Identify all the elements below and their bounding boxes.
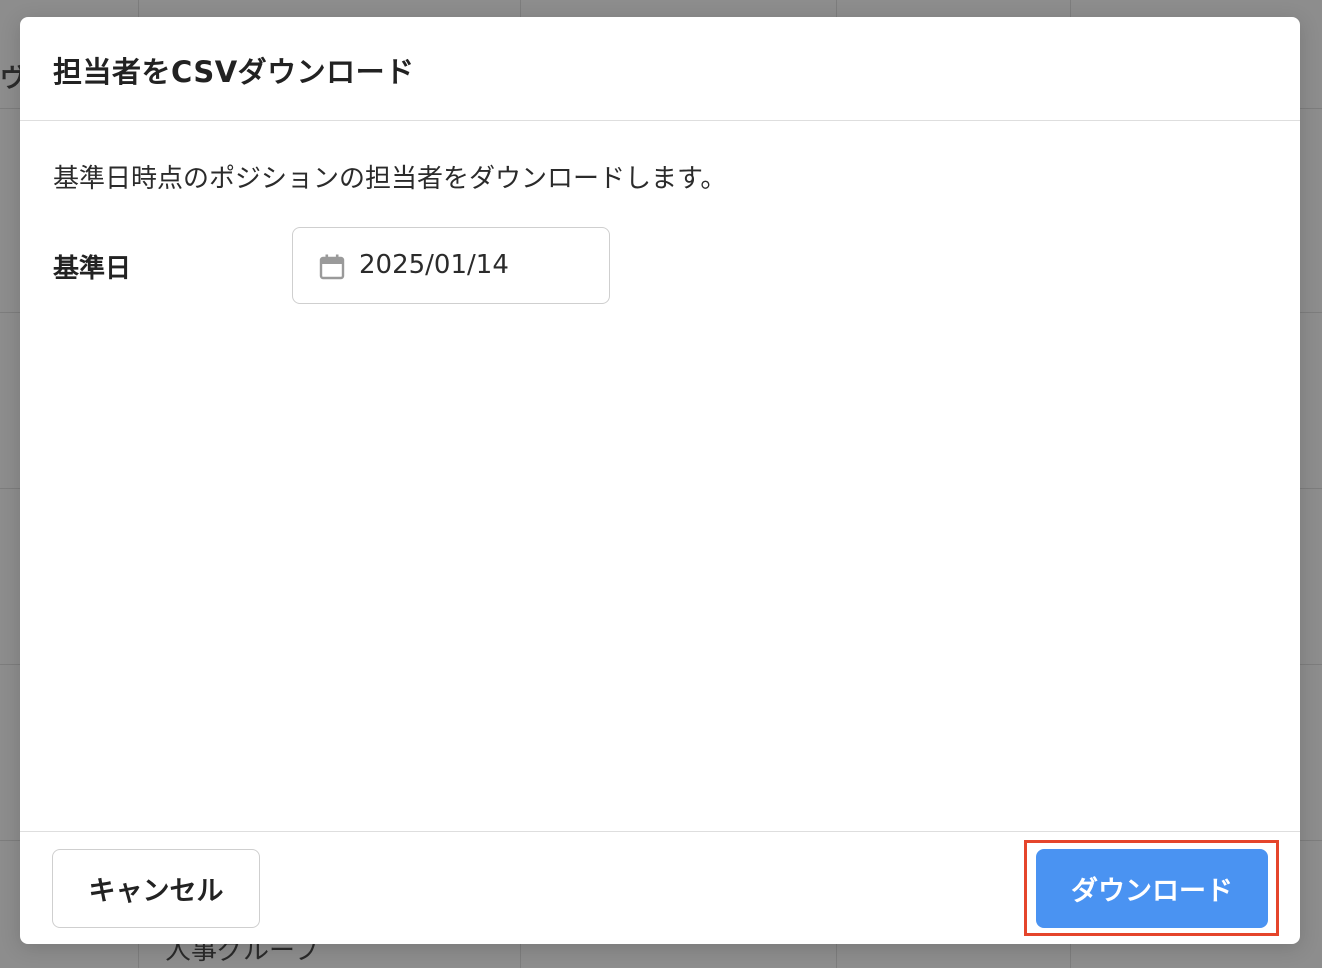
cancel-button[interactable]: キャンセル [52,849,260,928]
calendar-icon [319,254,345,280]
reference-date-value: 2025/01/14 [359,250,509,280]
dialog-footer: キャンセル ダウンロード [20,831,1300,945]
dialog-description: 基準日時点のポジションの担当者をダウンロードします。 [53,164,727,194]
reference-date-input[interactable]: 2025/01/14 [292,227,610,304]
dialog-header: 担当者をCSVダウンロード [20,17,1300,121]
reference-date-label: 基準日 [53,254,132,284]
download-button[interactable]: ダウンロード [1036,849,1268,928]
csv-download-dialog: 担当者をCSVダウンロード 基準日時点のポジションの担当者をダウンロードします。… [20,17,1300,944]
dialog-title: 担当者をCSVダウンロード [53,55,415,89]
